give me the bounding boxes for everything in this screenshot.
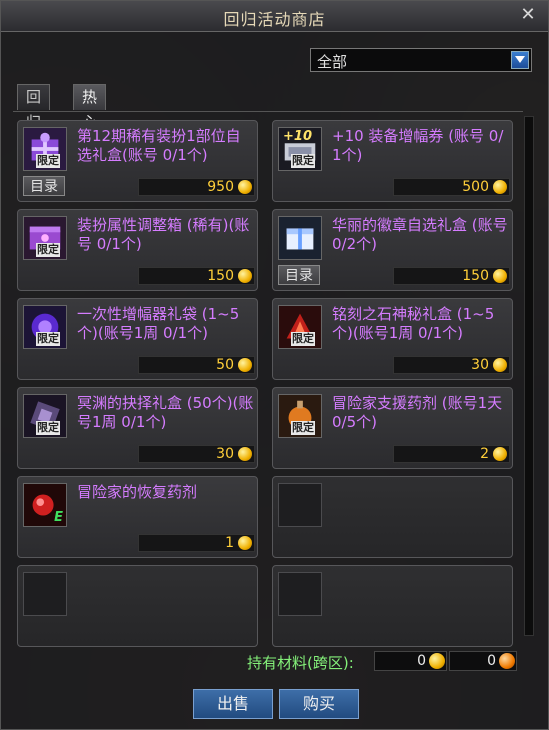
item-price: 2: [480, 446, 489, 462]
amplifier-bag-icon: 限定: [23, 305, 67, 349]
item-price: 1: [225, 535, 234, 551]
price-bar: 50: [138, 356, 255, 374]
shop-item[interactable]: 华丽的徽章自选礼盒 (账号 0/2个) 目录 150: [272, 209, 513, 291]
coin-icon: [493, 180, 507, 194]
recovery-potion-icon: E: [23, 483, 67, 527]
material-value: 0: [487, 653, 496, 669]
material-value: 0: [417, 653, 426, 669]
material-count-2: 0: [449, 651, 517, 671]
coin-icon: [238, 269, 252, 283]
orange-coin-icon: [499, 653, 515, 669]
coin-icon: [493, 447, 507, 461]
empty-slot: [272, 565, 513, 647]
coin-icon: [493, 358, 507, 372]
price-bar: 500: [393, 178, 510, 196]
chevron-down-icon[interactable]: [511, 51, 529, 69]
item-name: 铭刻之石神秘礼盒 (1~5个)(账号1周 0/1个): [332, 305, 495, 342]
icon-label: +10: [283, 129, 312, 144]
close-icon[interactable]: ✕: [518, 5, 538, 25]
buy-button[interactable]: 购买: [279, 689, 359, 719]
shop-item[interactable]: 限定 冥渊的抉择礼盒 (50个)(账号1周 0/1个) 30: [17, 387, 258, 469]
empty-slot: [17, 565, 258, 647]
scrollbar[interactable]: [524, 116, 534, 636]
price-bar: 950: [138, 178, 255, 196]
price-bar: 1: [138, 534, 255, 552]
limited-tag: 限定: [291, 154, 315, 168]
item-name: 华丽的徽章自选礼盒 (账号 0/2个): [332, 216, 508, 253]
shop-item[interactable]: 限定 第12期稀有装扮1部位自选礼盒(账号 0/1个) 目录 950: [17, 120, 258, 202]
catalog-button[interactable]: 目录: [23, 176, 65, 196]
shop-item[interactable]: 限定 铭刻之石神秘礼盒 (1~5个)(账号1周 0/1个) 30: [272, 298, 513, 380]
shop-window: 回归活动商店 ✕ 全部 回归 热心 限定 第12期稀有装扮1部位自选礼盒(账号 …: [0, 0, 549, 730]
limited-tag: 限定: [36, 154, 60, 168]
coin-icon: [493, 269, 507, 283]
item-name: 冥渊的抉择礼盒 (50个)(账号1周 0/1个): [77, 394, 254, 431]
limited-tag: 限定: [291, 332, 315, 346]
emblem-box-icon: [278, 216, 322, 260]
price-bar: 150: [138, 267, 255, 285]
limited-tag: 限定: [36, 421, 60, 435]
coin-icon: [238, 358, 252, 372]
item-price: 150: [462, 268, 489, 284]
purple-gift-box-icon: 限定: [23, 127, 67, 171]
limited-tag: 限定: [36, 243, 60, 257]
item-price: 30: [471, 357, 489, 373]
limited-tag: 限定: [291, 421, 315, 435]
title-bar: 回归活动商店 ✕: [1, 1, 548, 32]
price-bar: 2: [393, 445, 510, 463]
empty-icon-slot: [278, 572, 322, 616]
category-dropdown[interactable]: 全部: [310, 48, 532, 72]
item-price: 950: [207, 179, 234, 195]
limited-tag: 限定: [36, 332, 60, 346]
coin-icon: [238, 536, 252, 550]
shop-item[interactable]: +10 限定 +10 装备增幅券 (账号 0/1个) 500: [272, 120, 513, 202]
window-title: 回归活动商店: [223, 10, 326, 29]
tab-return[interactable]: 回归: [17, 84, 51, 131]
item-name: 第12期稀有装扮1部位自选礼盒(账号 0/1个): [77, 127, 241, 164]
shop-item[interactable]: 限定 装扮属性调整箱 (稀有)(账号 0/1个) 150: [17, 209, 258, 291]
coin-icon: [429, 653, 445, 669]
amplify-ticket-icon: +10 限定: [278, 127, 322, 171]
empty-icon-slot: [23, 572, 67, 616]
item-price: 500: [462, 179, 489, 195]
empty-slot: [272, 476, 513, 558]
price-bar: 30: [393, 356, 510, 374]
price-bar: 150: [393, 267, 510, 285]
shop-item[interactable]: 限定 冒险家支援药剂 (账号1天 0/5个) 2: [272, 387, 513, 469]
icon-label: E: [54, 510, 63, 525]
item-name: 冒险家支援药剂 (账号1天 0/5个): [332, 394, 503, 431]
item-name: 一次性增幅器礼袋 (1~5个)(账号1周 0/1个): [77, 305, 240, 342]
material-count-1: 0: [374, 651, 447, 671]
inscription-stone-icon: 限定: [278, 305, 322, 349]
item-grid: 限定 第12期稀有装扮1部位自选礼盒(账号 0/1个) 目录 950 +10 限…: [13, 111, 523, 647]
tab-enthusiasm[interactable]: 热心: [73, 84, 107, 131]
catalog-button[interactable]: 目录: [278, 265, 320, 285]
coin-icon: [238, 180, 252, 194]
item-name: +10 装备增幅券 (账号 0/1个): [332, 127, 504, 164]
item-name: 装扮属性调整箱 (稀有)(账号 0/1个): [77, 216, 250, 253]
abyss-box-icon: 限定: [23, 394, 67, 438]
item-price: 30: [216, 446, 234, 462]
shop-item[interactable]: 限定 一次性增幅器礼袋 (1~5个)(账号1周 0/1个) 50: [17, 298, 258, 380]
item-price: 150: [207, 268, 234, 284]
coin-icon: [238, 447, 252, 461]
empty-icon-slot: [278, 483, 322, 527]
support-potion-icon: 限定: [278, 394, 322, 438]
item-name: 冒险家的恢复药剂: [77, 483, 198, 501]
materials-label: 持有材料(跨区):: [247, 654, 354, 672]
avatar-box-icon: 限定: [23, 216, 67, 260]
shop-item[interactable]: E 冒险家的恢复药剂 1: [17, 476, 258, 558]
sell-button[interactable]: 出售: [193, 689, 273, 719]
dropdown-selected: 全部: [317, 53, 348, 71]
item-price: 50: [216, 357, 234, 373]
price-bar: 30: [138, 445, 255, 463]
